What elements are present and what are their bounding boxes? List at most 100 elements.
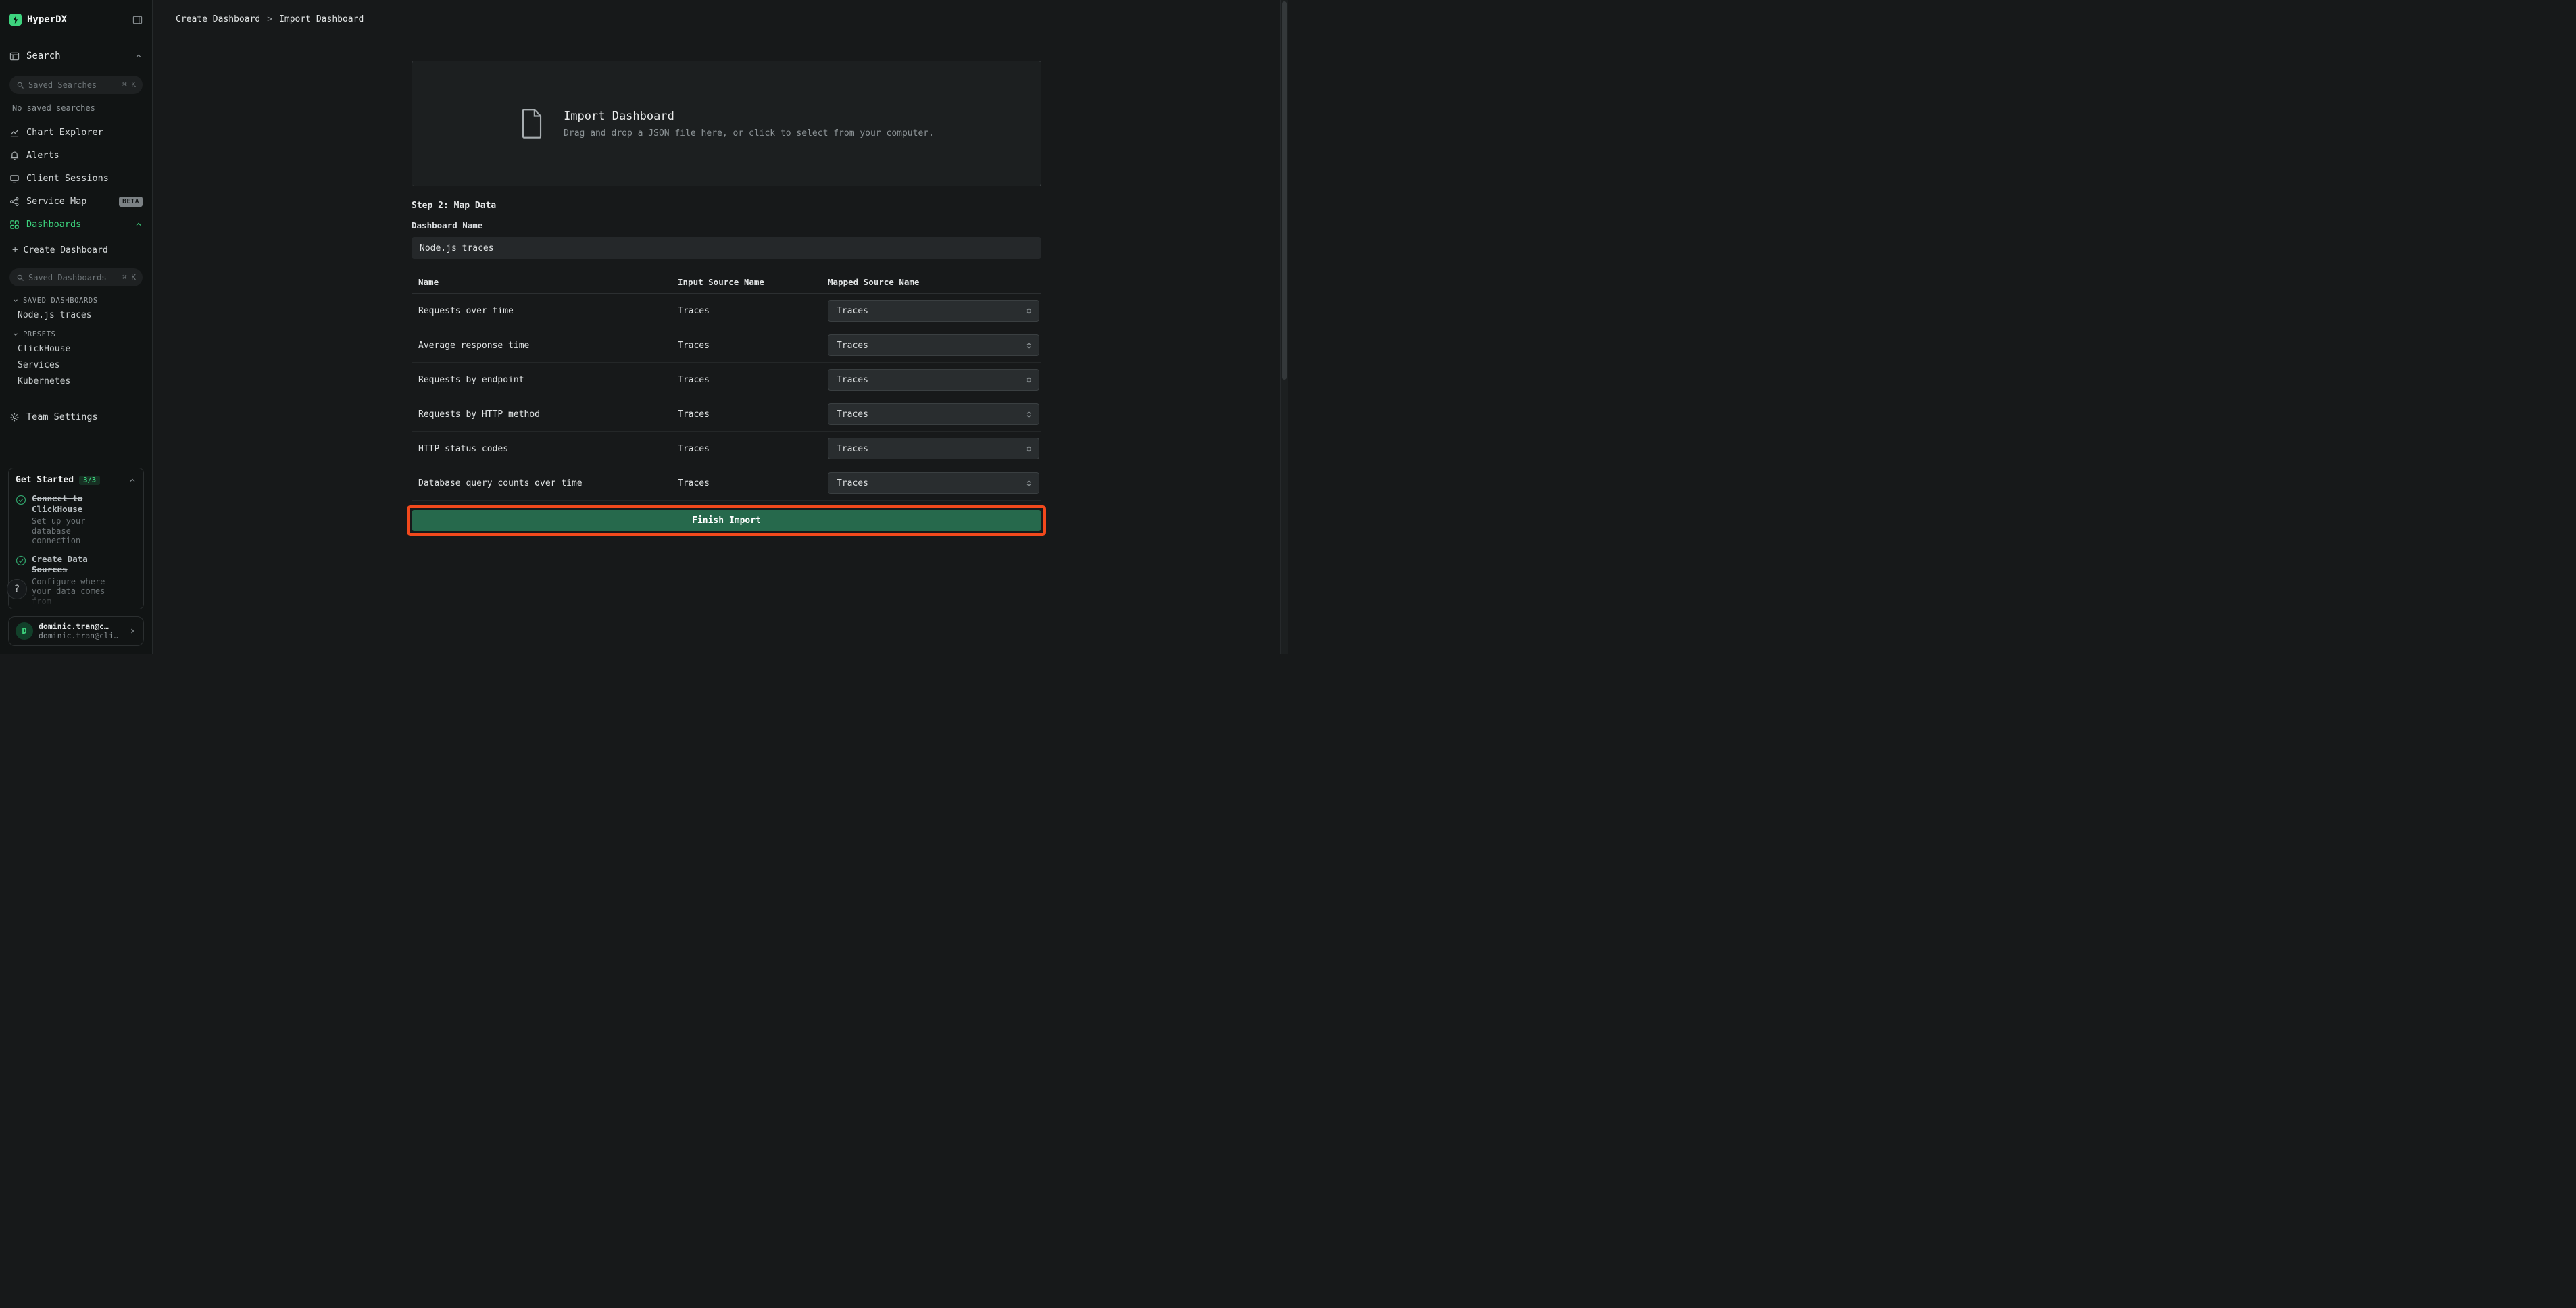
- sidebar-bottom: Get Started 3/3 Connect to ClickHouse Se…: [0, 468, 152, 654]
- saved-searches-shortcut: ⌘ K: [122, 80, 136, 89]
- sidebar-section-search[interactable]: Search: [0, 45, 152, 68]
- user-email: dominic.tran@cli…: [39, 631, 123, 640]
- mapped-source-select[interactable]: Traces: [828, 369, 1039, 391]
- dashboard-name-label: Dashboard Name: [412, 220, 1041, 230]
- logo-row: HyperDX: [0, 0, 152, 39]
- breadcrumb-import-dashboard[interactable]: Import Dashboard: [279, 14, 364, 24]
- topbar: Create Dashboard > Import Dashboard: [153, 0, 1280, 39]
- finish-import-button[interactable]: Finish Import: [412, 510, 1041, 531]
- preset-item-services[interactable]: Services: [0, 357, 152, 373]
- user-menu[interactable]: D dominic.tran@c… dominic.tran@cli…: [8, 616, 144, 646]
- group-label-text: SAVED DASHBOARDS: [23, 297, 98, 305]
- column-header-name: Name: [412, 277, 671, 287]
- saved-dashboard-item[interactable]: Node.js traces: [0, 307, 152, 323]
- preset-item-kubernetes[interactable]: Kubernetes: [0, 373, 152, 389]
- input-source-cell: Traces: [671, 444, 821, 454]
- dropzone-text: Import Dashboard Drag and drop a JSON fi…: [564, 109, 934, 139]
- dashboards-submenu: + Create Dashboard ⌘ K SAVED DASHBOARDS …: [0, 236, 152, 389]
- search-section-label: Search: [26, 51, 128, 61]
- chart-name-cell: Database query counts over time: [412, 478, 671, 488]
- select-value: Traces: [837, 306, 1024, 316]
- sidebar-item-chart-explorer[interactable]: Chart Explorer: [0, 121, 152, 144]
- get-started-header[interactable]: Get Started 3/3: [16, 475, 137, 485]
- breadcrumb-separator: >: [267, 14, 272, 24]
- mapping-table: Name Input Source Name Mapped Source Nam…: [412, 271, 1041, 501]
- presets-group-toggle[interactable]: PRESETS: [0, 328, 152, 341]
- get-started-item-title: Create Data Sources: [32, 554, 114, 575]
- sidebar-item-alerts[interactable]: Alerts: [0, 144, 152, 167]
- dropzone-subtitle: Drag and drop a JSON file here, or click…: [564, 128, 934, 139]
- mapped-source-select[interactable]: Traces: [828, 334, 1039, 356]
- get-started-item-text: Connect to ClickHouse Set up your databa…: [32, 493, 114, 545]
- sidebar: HyperDX Search ⌘ K No saved searches Cha…: [0, 0, 153, 654]
- monitor-icon: [9, 174, 20, 184]
- import-dropzone[interactable]: Import Dashboard Drag and drop a JSON fi…: [412, 61, 1041, 186]
- mapped-source-select[interactable]: Traces: [828, 300, 1039, 322]
- input-source-cell: Traces: [671, 478, 821, 488]
- get-started-item-description: Set up your database connection: [32, 516, 114, 545]
- create-dashboard-label: Create Dashboard: [23, 245, 107, 255]
- finish-import-wrap: Finish Import: [412, 510, 1041, 531]
- mapped-source-cell: Traces: [821, 403, 1041, 425]
- column-header-mapped-source: Mapped Source Name: [821, 277, 1041, 287]
- app-title: HyperDX: [27, 14, 127, 25]
- table-row: Average response time Traces Traces: [412, 328, 1041, 363]
- dashboard-name-input[interactable]: [412, 237, 1041, 259]
- chevron-up-down-icon: [1024, 376, 1033, 384]
- get-started-progress-badge: 3/3: [79, 476, 100, 485]
- sidebar-item-label: Dashboards: [26, 219, 81, 230]
- table-header-row: Name Input Source Name Mapped Source Nam…: [412, 271, 1041, 294]
- saved-searches-input-wrap[interactable]: ⌘ K: [9, 76, 143, 94]
- get-started-item-connect[interactable]: Connect to ClickHouse Set up your databa…: [16, 493, 137, 545]
- check-circle-icon: [16, 495, 26, 545]
- chevron-up-icon: [128, 476, 137, 484]
- mapped-source-select[interactable]: Traces: [828, 438, 1039, 459]
- scrollbar-thumb[interactable]: [1282, 1, 1287, 380]
- service-map-icon: [9, 197, 20, 207]
- avatar: D: [16, 622, 33, 640]
- input-source-cell: Traces: [671, 306, 821, 316]
- help-button[interactable]: ?: [7, 579, 27, 599]
- sidebar-item-service-map[interactable]: Service Map BETA: [0, 190, 152, 213]
- input-source-cell: Traces: [671, 409, 821, 420]
- file-icon: [519, 108, 545, 139]
- chart-name-cell: HTTP status codes: [412, 444, 671, 454]
- sidebar-item-client-sessions[interactable]: Client Sessions: [0, 167, 152, 190]
- sidebar-item-label: Alerts: [26, 150, 59, 161]
- chevron-up-icon: [134, 52, 143, 60]
- search-icon: [16, 274, 24, 282]
- select-value: Traces: [837, 444, 1024, 454]
- table-row: Database query counts over time Traces T…: [412, 466, 1041, 501]
- saved-searches-input[interactable]: [28, 80, 118, 90]
- create-dashboard-button[interactable]: + Create Dashboard: [0, 240, 152, 260]
- sidebar-collapse-icon[interactable]: [132, 15, 143, 25]
- sidebar-item-label: Service Map: [26, 196, 86, 207]
- sidebar-item-label: Client Sessions: [26, 173, 109, 184]
- bell-icon: [9, 151, 20, 161]
- table-row: Requests by endpoint Traces Traces: [412, 363, 1041, 397]
- table-row: HTTP status codes Traces Traces: [412, 432, 1041, 466]
- sidebar-nav: Chart Explorer Alerts Client Sessions Se…: [0, 121, 152, 236]
- team-settings-nav: Team Settings: [0, 405, 152, 428]
- table-row: Requests over time Traces Traces: [412, 294, 1041, 328]
- saved-dashboards-group-toggle[interactable]: SAVED DASHBOARDS: [0, 295, 152, 307]
- mapped-source-select[interactable]: Traces: [828, 472, 1039, 494]
- get-started-item-sources[interactable]: Create Data Sources Configure where your…: [16, 554, 137, 606]
- chevron-up-down-icon: [1024, 410, 1033, 419]
- mapped-source-select[interactable]: Traces: [828, 403, 1039, 425]
- breadcrumb-create-dashboard[interactable]: Create Dashboard: [176, 14, 260, 24]
- select-value: Traces: [837, 409, 1024, 420]
- user-name: dominic.tran@c…: [39, 622, 123, 631]
- search-section-icon: [9, 51, 20, 61]
- saved-dashboards-input-wrap[interactable]: ⌘ K: [9, 268, 143, 286]
- saved-dashboards-input[interactable]: [28, 273, 118, 282]
- get-started-panel: Get Started 3/3 Connect to ClickHouse Se…: [8, 468, 144, 609]
- sidebar-item-dashboards[interactable]: Dashboards: [0, 213, 152, 236]
- chart-name-cell: Requests by endpoint: [412, 375, 671, 385]
- mapped-source-cell: Traces: [821, 300, 1041, 322]
- chevron-up-down-icon: [1024, 341, 1033, 350]
- chevron-up-icon: [134, 220, 143, 228]
- preset-item-clickhouse[interactable]: ClickHouse: [0, 341, 152, 357]
- sidebar-item-team-settings[interactable]: Team Settings: [0, 405, 152, 428]
- mapped-source-cell: Traces: [821, 472, 1041, 494]
